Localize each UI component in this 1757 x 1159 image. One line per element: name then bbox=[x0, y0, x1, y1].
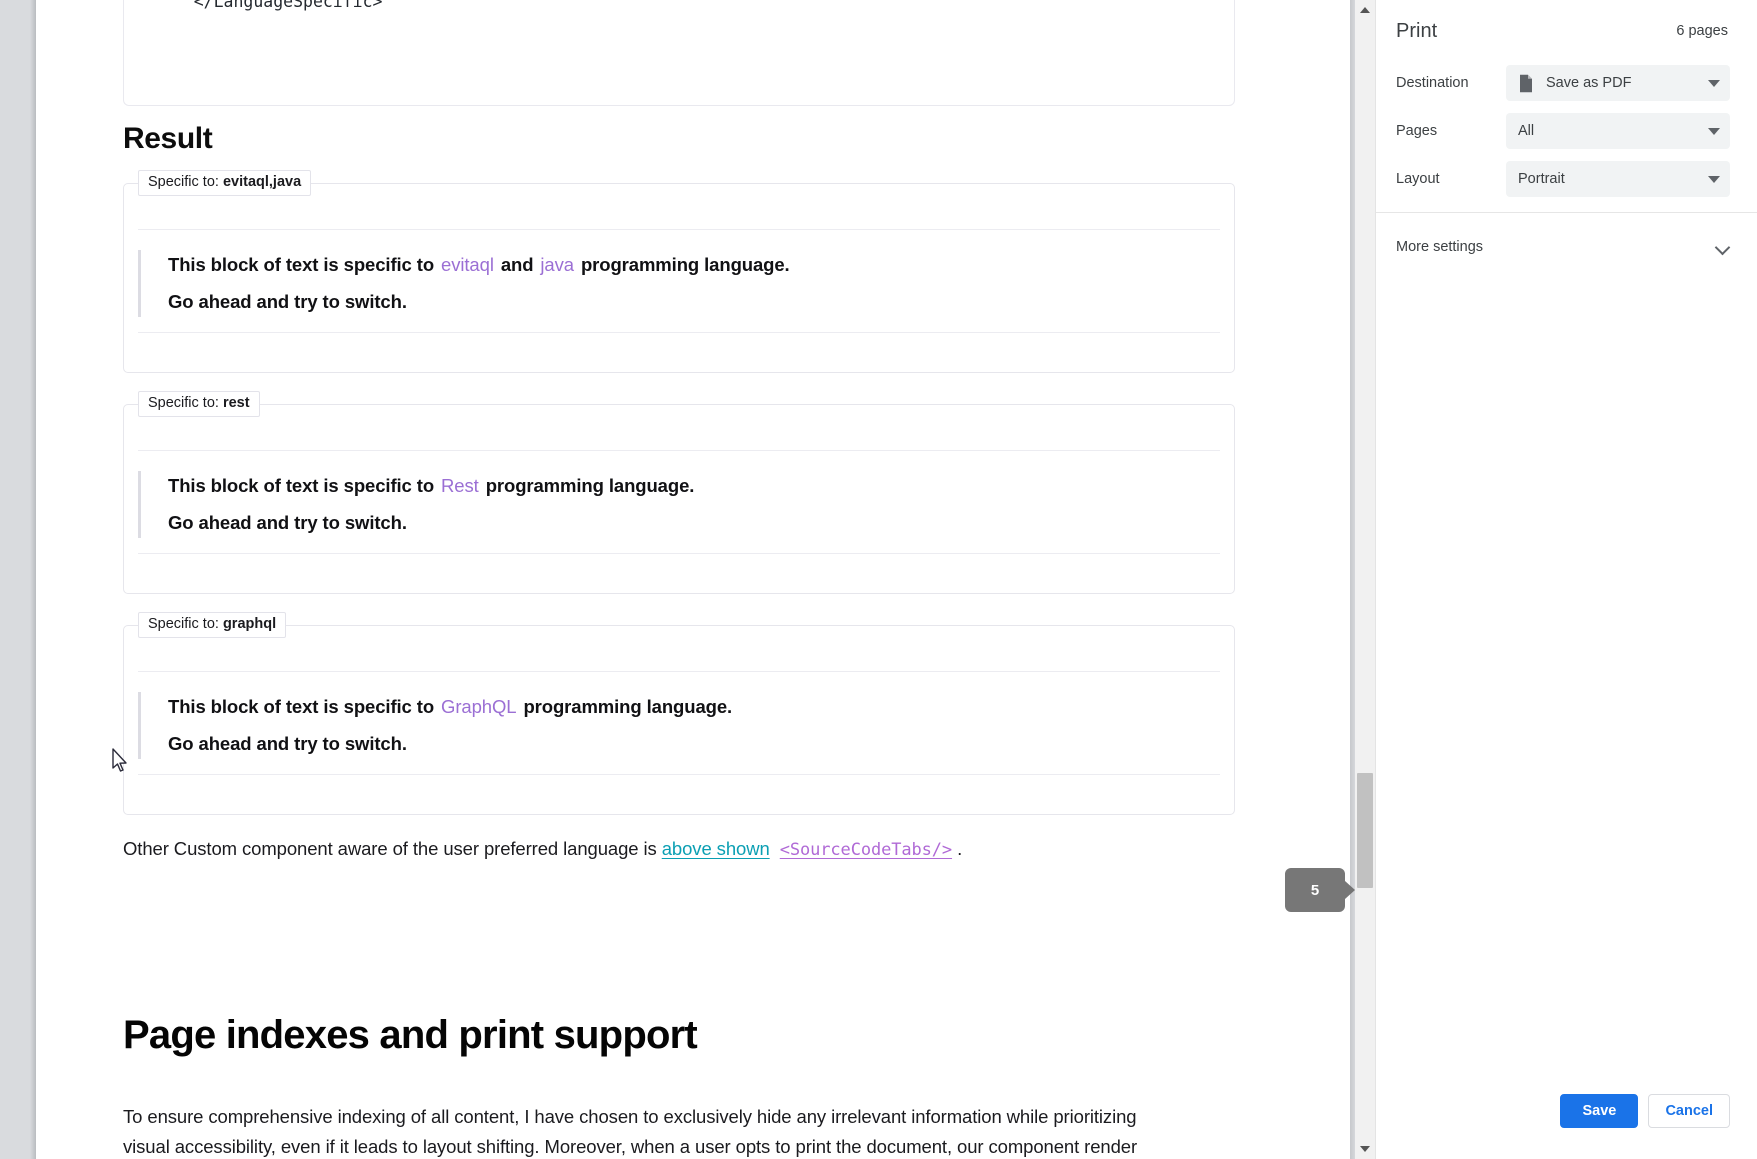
block-bottom-divider bbox=[138, 332, 1220, 333]
print-panel-header: Print 6 pages bbox=[1376, 0, 1757, 62]
block-line-2: Go ahead and try to switch. bbox=[168, 733, 407, 754]
layout-row: Layout Portrait bbox=[1376, 156, 1757, 202]
legend-prefix: Specific to: bbox=[148, 395, 223, 411]
destination-select[interactable]: Save as PDF bbox=[1506, 65, 1730, 101]
more-settings-label: More settings bbox=[1396, 239, 1484, 255]
pages-label: Pages bbox=[1396, 123, 1438, 139]
print-panel-footer: Save Cancel bbox=[1376, 1085, 1757, 1159]
block-top-divider bbox=[138, 450, 1220, 451]
pages-select[interactable]: All bbox=[1506, 113, 1730, 149]
block-line-1: This block of text is specific to GraphQL… bbox=[168, 692, 732, 722]
scroll-up-arrow-icon[interactable] bbox=[1355, 0, 1375, 20]
chevron-down-icon bbox=[1708, 127, 1720, 135]
block-line-1: This block of text is specific to evitaql… bbox=[168, 250, 790, 280]
legend-value: graphql bbox=[222, 616, 277, 632]
block-legend: Specific to: rest bbox=[138, 391, 260, 417]
block-content: This block of text is specific to GraphQL… bbox=[138, 692, 732, 759]
chevron-down-icon bbox=[1716, 240, 1730, 254]
destination-row: Destination Save as PDF bbox=[1376, 60, 1757, 106]
print-settings-panel: Print 6 pages Destination Save as PDF Pa… bbox=[1375, 0, 1757, 1159]
line-after: programming language. bbox=[523, 696, 733, 717]
page-indexes-paragraph: To ensure comprehensive indexing of all … bbox=[123, 1105, 1138, 1157]
pages-value: All bbox=[1518, 123, 1535, 139]
result-heading: Result bbox=[123, 122, 213, 155]
page-indexes-heading: Page indexes and print support bbox=[123, 1013, 698, 1057]
block-legend: Specific to: graphql bbox=[138, 612, 287, 638]
language-token: Rest bbox=[441, 475, 479, 496]
layout-select[interactable]: Portrait bbox=[1506, 161, 1730, 197]
page-number-badge: 5 bbox=[1285, 868, 1355, 912]
page-count-label: 6 pages bbox=[1676, 23, 1728, 39]
left-gutter bbox=[0, 0, 36, 1159]
layout-value: Portrait bbox=[1518, 171, 1565, 187]
scroll-down-arrow-icon[interactable] bbox=[1355, 1139, 1375, 1159]
more-settings-toggle[interactable]: More settings bbox=[1376, 224, 1757, 270]
destination-value: Save as PDF bbox=[1546, 75, 1632, 91]
language-token: GraphQL bbox=[441, 696, 517, 717]
above-shown-link[interactable]: above shown bbox=[662, 838, 770, 859]
line-before: This block of text is specific to bbox=[168, 254, 435, 275]
mouse-cursor-icon bbox=[112, 748, 127, 772]
block-line-2: Go ahead and try to switch. bbox=[168, 291, 407, 312]
language-specific-block-rest: Specific to: rest This block of text is … bbox=[123, 391, 1235, 594]
badge-pointer bbox=[1345, 881, 1355, 899]
block-legend: Specific to: evitaql,java bbox=[138, 170, 312, 196]
block-top-divider bbox=[138, 671, 1220, 672]
language-specific-block-evitaql-java: Specific to: evitaql,java This block of … bbox=[123, 170, 1235, 373]
other-component-paragraph: Other Custom component aware of the user… bbox=[123, 838, 962, 860]
save-button[interactable]: Save bbox=[1560, 1094, 1639, 1128]
cancel-button[interactable]: Cancel bbox=[1648, 1094, 1730, 1128]
line-before: This block of text is specific to bbox=[168, 475, 435, 496]
print-preview-window: --- </LanguageSpecific> Result Specific … bbox=[0, 0, 1757, 1159]
language-token: evitaql bbox=[441, 254, 494, 275]
scrollbar-thumb[interactable] bbox=[1357, 773, 1373, 888]
line-after: programming language. bbox=[485, 475, 695, 496]
destination-label: Destination bbox=[1396, 75, 1469, 91]
line-middle: and bbox=[500, 254, 534, 275]
document-icon bbox=[1520, 74, 1532, 92]
block-line-1: This block of text is specific to Rest pro… bbox=[168, 471, 694, 501]
other-text-after: . bbox=[952, 838, 963, 859]
legend-prefix: Specific to: bbox=[148, 616, 223, 632]
block-line-2: Go ahead and try to switch. bbox=[168, 512, 407, 533]
block-bottom-divider bbox=[138, 774, 1220, 775]
language-specific-block-graphql: Specific to: graphql This block of text … bbox=[123, 612, 1235, 815]
pages-row: Pages All bbox=[1376, 108, 1757, 154]
source-code-tabs-link[interactable]: <SourceCodeTabs/> bbox=[780, 840, 952, 860]
block-top-divider bbox=[138, 229, 1220, 230]
panel-divider bbox=[1376, 212, 1757, 213]
language-token: java bbox=[540, 254, 574, 275]
preview-scrollbar[interactable] bbox=[1355, 0, 1375, 1159]
line-before: This block of text is specific to bbox=[168, 696, 435, 717]
chevron-down-icon bbox=[1708, 79, 1720, 87]
legend-value: evitaql,java bbox=[222, 174, 302, 190]
block-bottom-divider bbox=[138, 553, 1220, 554]
other-text-before: Other Custom component aware of the user… bbox=[123, 838, 662, 859]
code-line: </LanguageSpecific> bbox=[154, 0, 383, 11]
block-content: This block of text is specific to Rest pro… bbox=[138, 471, 694, 538]
line-after: programming language. bbox=[580, 254, 790, 275]
block-content: This block of text is specific to evitaql… bbox=[138, 250, 790, 317]
document-preview[interactable]: --- </LanguageSpecific> Result Specific … bbox=[36, 0, 1350, 1159]
chevron-down-icon bbox=[1708, 175, 1720, 183]
code-block: --- </LanguageSpecific> bbox=[123, 0, 1235, 106]
legend-prefix: Specific to: bbox=[148, 174, 223, 190]
page-number-label: 5 bbox=[1310, 881, 1320, 899]
layout-label: Layout bbox=[1396, 171, 1440, 187]
print-title: Print bbox=[1396, 19, 1438, 42]
legend-value: rest bbox=[222, 395, 250, 411]
